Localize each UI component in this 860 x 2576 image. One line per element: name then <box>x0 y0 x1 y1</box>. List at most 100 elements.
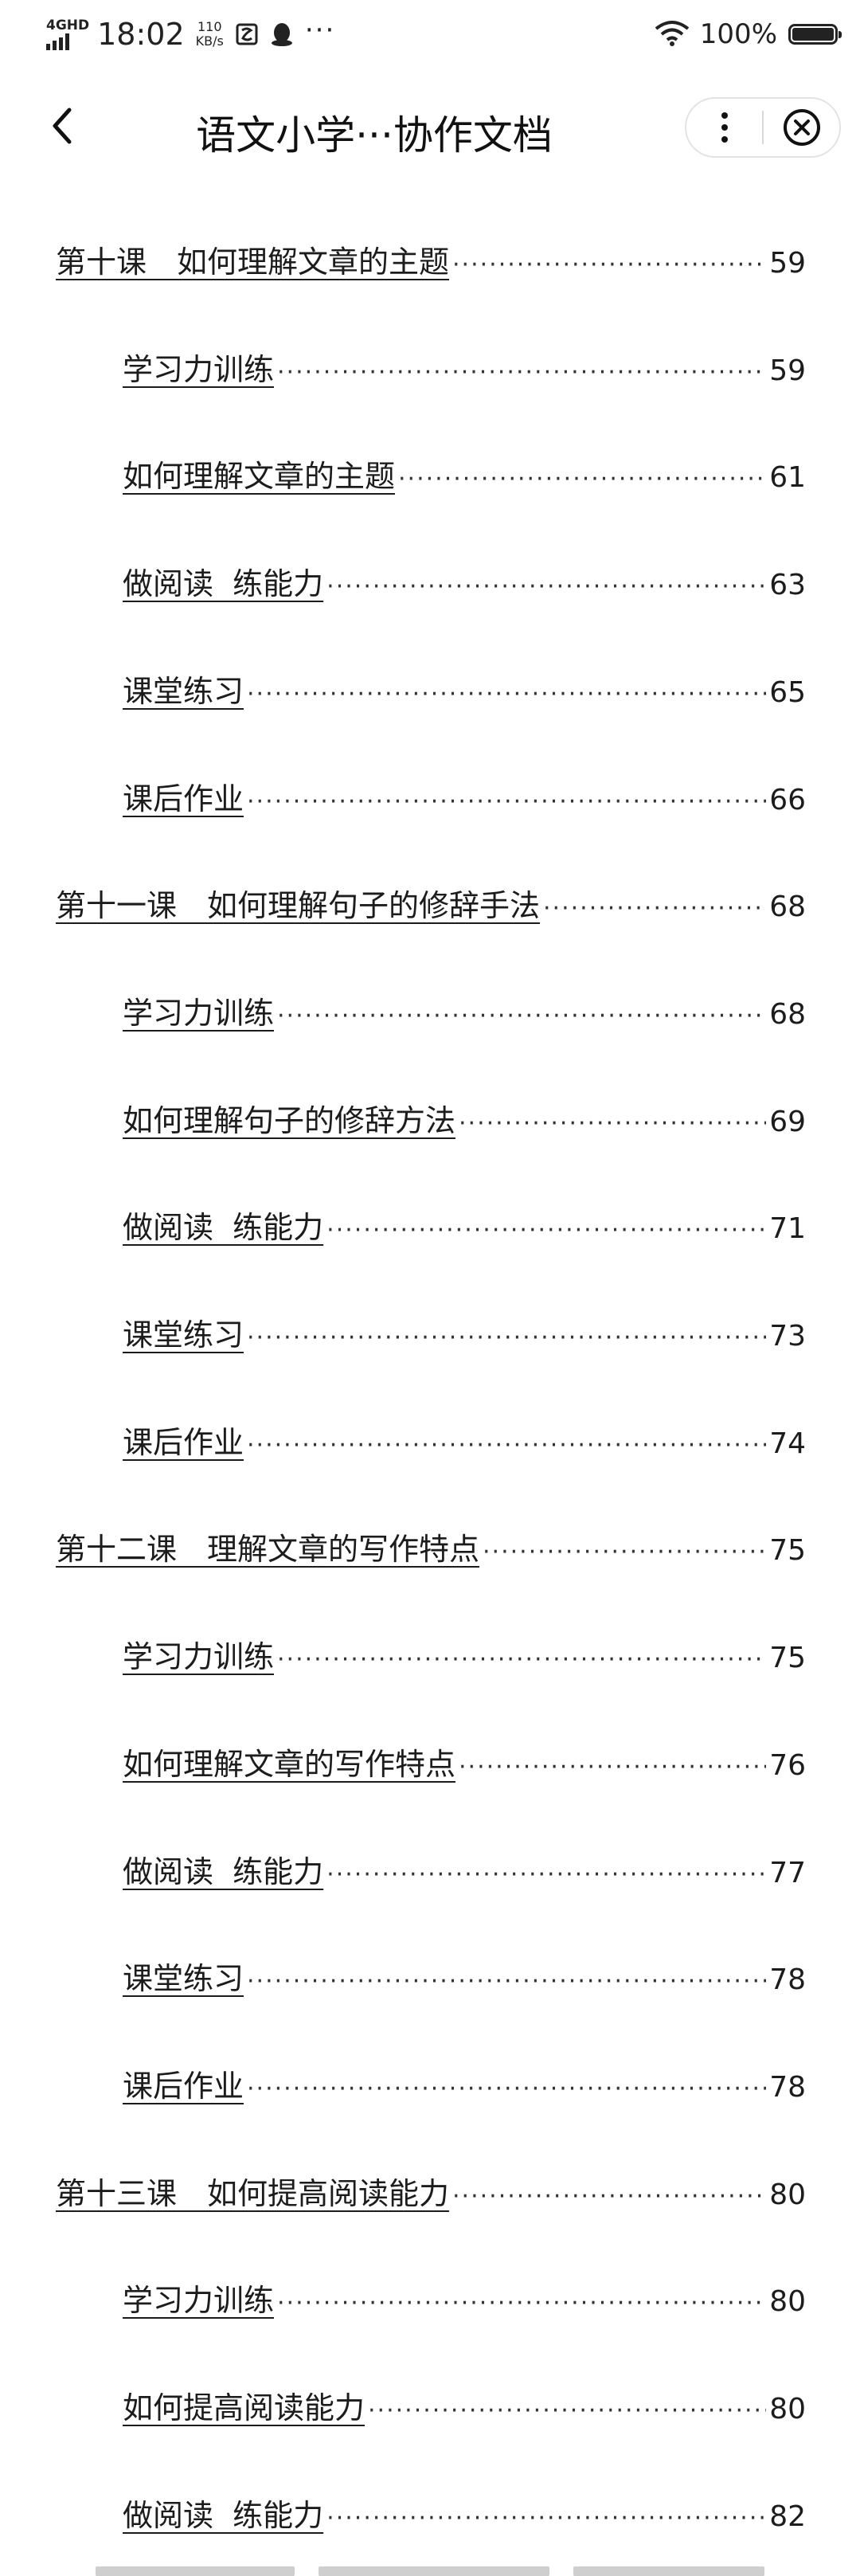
toc-dot-leader: ········································… <box>326 2504 767 2532</box>
toc-dot-leader: ········································… <box>368 2397 766 2425</box>
toc-page-number: 75 <box>769 1642 806 1674</box>
toc-dot-leader: ········································… <box>247 1324 766 1352</box>
toc-section-link[interactable]: 课堂练习 ····································… <box>123 1954 806 2002</box>
close-circle-icon <box>783 109 820 146</box>
toc-dot-leader: ········································… <box>398 465 766 493</box>
toc-page-number: 65 <box>769 676 806 709</box>
toc-page-number: 80 <box>769 2285 806 2318</box>
more-notifications-icon: ··· <box>304 14 336 46</box>
toc-page-number: 73 <box>769 1320 806 1353</box>
toc-dot-leader: ········································… <box>326 1861 767 1889</box>
toc-entry-title: 学习力训练 <box>123 996 275 1031</box>
close-button[interactable] <box>764 99 839 156</box>
network-type-label: 4GHD <box>46 17 90 33</box>
toc-dot-leader: ········································… <box>326 1216 767 1244</box>
toc-entry-title: 第十三课 如何提高阅读能力 <box>56 2176 450 2211</box>
toc-dot-leader: ········································… <box>277 2289 766 2317</box>
toc-entry-title: 课后作业 <box>123 2069 244 2104</box>
toc-dot-leader: ········································… <box>277 358 766 386</box>
toc-page-number: 78 <box>769 1963 806 1996</box>
battery-icon <box>788 24 842 45</box>
toc-entry-title: 课后作业 <box>123 781 244 816</box>
toc-entry-title: 课堂练习 <box>123 1961 244 1996</box>
toc-dot-leader: ········································… <box>543 895 767 922</box>
more-vertical-icon <box>721 112 728 143</box>
toc-dot-leader: ········································… <box>247 1431 766 1459</box>
toc-entry-title: 如何理解句子的修辞方法 <box>123 1103 456 1138</box>
status-bar-right: 100% <box>654 18 842 50</box>
toc-entry-title: 第十课 如何理解文章的主题 <box>56 245 450 280</box>
toc-entry-title: 做阅读 练能力 <box>123 1854 324 1889</box>
toc-page-number: 66 <box>769 784 806 816</box>
toc-entry-title: 如何理解文章的写作特点 <box>123 1747 456 1782</box>
toc-dot-leader: ········································… <box>452 251 766 279</box>
toc-entry-title: 如何提高阅读能力 <box>123 2390 366 2425</box>
toolbar-segment <box>96 2566 295 2576</box>
more-button[interactable] <box>686 99 762 156</box>
toc-page-number: 59 <box>769 247 806 280</box>
toc-section-link[interactable]: 学习力训练 ···································… <box>123 989 806 1036</box>
toc-dot-leader: ········································… <box>459 1753 767 1781</box>
toc-section-link[interactable]: 课后作业 ····································… <box>123 1418 806 1466</box>
mini-program-capsule <box>685 97 841 158</box>
toc-section-link[interactable]: 如何理解文章的写作特点 ·····························… <box>123 1740 806 1787</box>
toc-entry-title: 做阅读 练能力 <box>123 1210 324 1245</box>
back-button[interactable] <box>38 102 86 150</box>
toolbar-segment <box>573 2566 764 2576</box>
signal-icon <box>46 33 69 50</box>
toc-entry-title: 做阅读 练能力 <box>123 2498 324 2533</box>
toc-section-link[interactable]: 课后作业 ····································… <box>123 2061 806 2109</box>
toc-section-link[interactable]: 做阅读 练能力 ·································… <box>123 559 806 607</box>
network-speed: 110 KB/s <box>196 20 224 49</box>
toc-dot-leader: ········································… <box>277 1002 766 1030</box>
toc-page-number: 82 <box>769 2500 806 2533</box>
toc-entry-title: 第十一课 如何理解句子的修辞手法 <box>56 888 541 923</box>
toc-dot-leader: ········································… <box>277 1646 766 1674</box>
app-notification-icon <box>235 22 259 46</box>
toc-chapter-link[interactable]: 第十三课 如何提高阅读能力 ···························… <box>56 2169 806 2217</box>
toc-section-link[interactable]: 做阅读 练能力 ·································… <box>123 2491 806 2539</box>
toolbar-segment <box>319 2566 549 2576</box>
toc-entry-title: 课堂练习 <box>123 674 244 709</box>
toc-section-link[interactable]: 如何提高阅读能力 ································… <box>123 2383 806 2431</box>
qq-penguin-icon <box>270 22 294 47</box>
chevron-left-icon <box>53 108 72 144</box>
toc-section-link[interactable]: 课堂练习 ····································… <box>123 667 806 714</box>
battery-percentage: 100% <box>699 18 777 50</box>
toc-page-number: 71 <box>769 1212 806 1245</box>
wifi-icon <box>654 19 690 49</box>
toc-page-number: 68 <box>769 891 806 923</box>
toc-section-link[interactable]: 课堂练习 ····································… <box>123 1310 806 1358</box>
status-bar-left: 4GHD 18:02 110 KB/s ··· <box>46 17 335 52</box>
toc-section-link[interactable]: 做阅读 练能力 ·································… <box>123 1847 806 1895</box>
toc-page-number: 69 <box>769 1106 806 1138</box>
toc-entry-title: 做阅读 练能力 <box>123 566 324 601</box>
toc-entry-title: 学习力训练 <box>123 1639 275 1674</box>
page-title: 语文小学···协作文档 <box>196 112 553 159</box>
toc-dot-leader: ········································… <box>247 788 766 816</box>
bottom-toolbar-edge <box>0 2563 860 2576</box>
toc-section-link[interactable]: 学习力训练 ···································… <box>123 345 806 393</box>
toc-section-link[interactable]: 课后作业 ····································… <box>123 774 806 822</box>
toc-page-number: 68 <box>769 998 806 1031</box>
toc-section-link[interactable]: 学习力训练 ···································… <box>123 1632 806 1680</box>
network-speed-value: 110 <box>197 19 222 34</box>
toc-section-link[interactable]: 如何理解文章的主题 ·······························… <box>123 452 806 499</box>
toc-chapter-link[interactable]: 第十二课 理解文章的写作特点 ··························… <box>56 1525 806 1572</box>
toc-dot-leader: ········································… <box>483 1538 767 1566</box>
toc-page-number: 75 <box>769 1534 806 1567</box>
toc-entry-title: 课后作业 <box>123 1425 244 1460</box>
toc-page-number: 61 <box>769 461 806 494</box>
toc-entry-title: 学习力训练 <box>123 352 275 387</box>
toc-chapter-link[interactable]: 第十一课 如何理解句子的修辞手法 ························… <box>56 881 806 929</box>
toc-page-number: 80 <box>769 2393 806 2425</box>
toc-dot-leader: ········································… <box>247 680 766 708</box>
toc-page-number: 74 <box>769 1427 806 1460</box>
toc-section-link[interactable]: 如何理解句子的修辞方法 ·····························… <box>123 1096 806 1144</box>
toc-dot-leader: ········································… <box>247 1967 766 1995</box>
toc-section-link[interactable]: 做阅读 练能力 ·································… <box>123 1203 806 1251</box>
network-indicator: 4GHD <box>46 17 90 50</box>
toc-page-number: 76 <box>769 1749 806 1782</box>
toc-section-link[interactable]: 学习力训练 ···································… <box>123 2276 806 2323</box>
toc-chapter-link[interactable]: 第十课 如何理解文章的主题 ···························… <box>56 237 806 285</box>
